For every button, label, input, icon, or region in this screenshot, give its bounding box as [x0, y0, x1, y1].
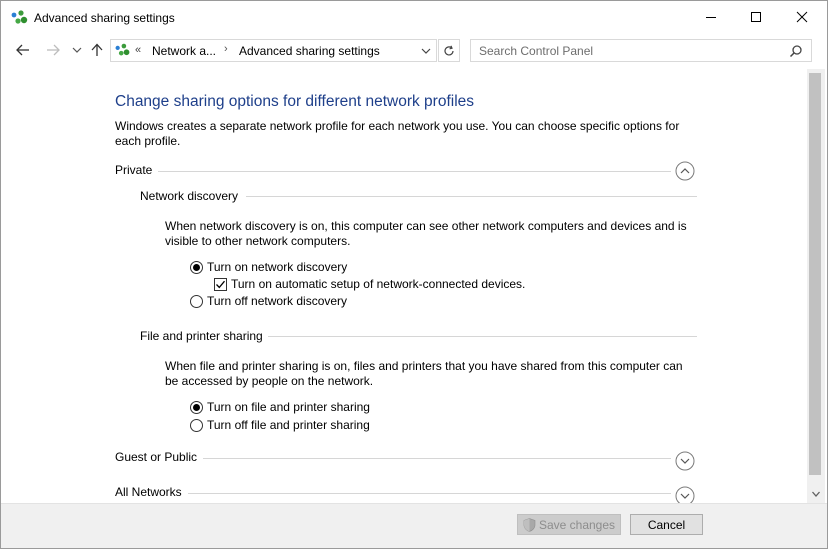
up-button[interactable] — [87, 40, 107, 60]
profile-private-label: Private — [115, 163, 159, 177]
breadcrumb-overflow[interactable]: « — [135, 44, 141, 56]
minimize-button[interactable] — [688, 1, 734, 33]
search-icon[interactable] — [789, 44, 803, 58]
checkbox-checked-icon[interactable] — [214, 277, 227, 291]
radio-label[interactable]: Turn on file and printer sharing — [207, 400, 370, 414]
expand-all-networks-icon[interactable] — [675, 486, 695, 503]
checkbox-auto-setup[interactable]: Turn on automatic setup of network-conne… — [214, 276, 525, 292]
address-bar[interactable]: « Network a... › Advanced sharing settin… — [110, 39, 437, 62]
forward-arrow-icon — [47, 44, 60, 56]
radio-file-printer-on[interactable]: Turn on file and printer sharing — [190, 399, 370, 415]
collapse-private-icon[interactable] — [675, 161, 695, 181]
file-printer-description: When file and printer sharing is on, fil… — [165, 359, 683, 388]
file-printer-section: File and printer sharing — [140, 329, 697, 345]
window-title: Advanced sharing settings — [34, 11, 175, 25]
close-icon — [796, 11, 808, 23]
back-button[interactable] — [13, 40, 33, 60]
title-bar: Advanced sharing settings — [1, 1, 827, 35]
profile-divider — [201, 458, 671, 459]
expand-guest-public-icon[interactable] — [675, 451, 695, 471]
profile-divider — [187, 493, 671, 494]
search-box[interactable] — [470, 39, 812, 62]
breadcrumb-advanced-sharing[interactable]: Advanced sharing settings — [239, 44, 380, 58]
section-divider — [268, 336, 697, 337]
maximize-icon — [751, 12, 761, 22]
back-arrow-icon — [16, 44, 29, 56]
scrollbar-thumb[interactable] — [809, 73, 821, 475]
page-title: Change sharing options for different net… — [115, 93, 475, 110]
up-arrow-icon — [91, 43, 103, 56]
network-discovery-description: When network discovery is on, this compu… — [165, 219, 687, 248]
refresh-icon — [444, 45, 454, 55]
profile-divider — [155, 171, 671, 172]
address-dropdown-icon[interactable] — [419, 44, 433, 58]
radio-unselected-icon[interactable] — [190, 294, 203, 308]
breadcrumb-network[interactable]: Network a... — [152, 44, 216, 58]
save-changes-label[interactable]: Save changes — [539, 518, 615, 532]
checkbox-label[interactable]: Turn on automatic setup of network-conne… — [231, 277, 525, 291]
search-input[interactable] — [471, 40, 781, 61]
maximize-button[interactable] — [733, 1, 779, 33]
radio-unselected-icon[interactable] — [190, 418, 203, 432]
network-discovery-label: Network discovery — [140, 189, 239, 203]
vertical-scrollbar[interactable] — [807, 69, 825, 503]
save-changes-button[interactable]: Save changes — [517, 514, 621, 535]
refresh-button[interactable] — [438, 39, 460, 62]
profile-all-networks-label: All Networks — [115, 485, 188, 499]
chevron-down-icon — [72, 47, 82, 53]
breadcrumb-separator[interactable]: › — [224, 43, 228, 55]
profile-private-header[interactable]: Private — [115, 161, 697, 183]
radio-label[interactable]: Turn on network discovery — [207, 260, 347, 274]
cancel-button[interactable]: Cancel — [630, 514, 703, 535]
dialog-footer: Save changes Cancel — [1, 503, 827, 548]
network-location-icon — [115, 43, 130, 56]
settings-content: Change sharing options for different net… — [1, 69, 807, 503]
radio-label[interactable]: Turn off network discovery — [207, 294, 347, 308]
file-printer-label: File and printer sharing — [140, 329, 263, 343]
section-divider — [246, 196, 697, 197]
radio-network-discovery-on[interactable]: Turn on network discovery — [190, 259, 347, 275]
minimize-icon — [706, 17, 716, 18]
radio-selected-icon[interactable] — [190, 400, 203, 414]
close-button[interactable] — [779, 1, 825, 33]
radio-label[interactable]: Turn off file and printer sharing — [207, 418, 370, 432]
profile-all-networks-header[interactable]: All Networks — [115, 485, 697, 503]
radio-network-discovery-off[interactable]: Turn off network discovery — [190, 293, 347, 309]
advanced-sharing-window: Advanced sharing settings « Network a...… — [0, 0, 828, 549]
recent-locations-button[interactable] — [67, 40, 87, 60]
profile-guest-public-header[interactable]: Guest or Public — [115, 450, 697, 471]
uac-shield-icon — [523, 517, 536, 532]
network-discovery-section: Network discovery — [140, 189, 697, 205]
radio-file-printer-off[interactable]: Turn off file and printer sharing — [190, 417, 370, 433]
forward-button[interactable] — [43, 40, 63, 60]
page-intro: Windows creates a separate network profi… — [115, 119, 680, 148]
navigation-bar: « Network a... › Advanced sharing settin… — [1, 37, 827, 65]
network-sharing-icon — [11, 10, 28, 24]
scroll-down-icon[interactable] — [811, 489, 821, 499]
radio-selected-icon[interactable] — [190, 260, 203, 274]
profile-guest-public-label: Guest or Public — [115, 450, 204, 464]
cancel-label[interactable]: Cancel — [648, 518, 685, 532]
